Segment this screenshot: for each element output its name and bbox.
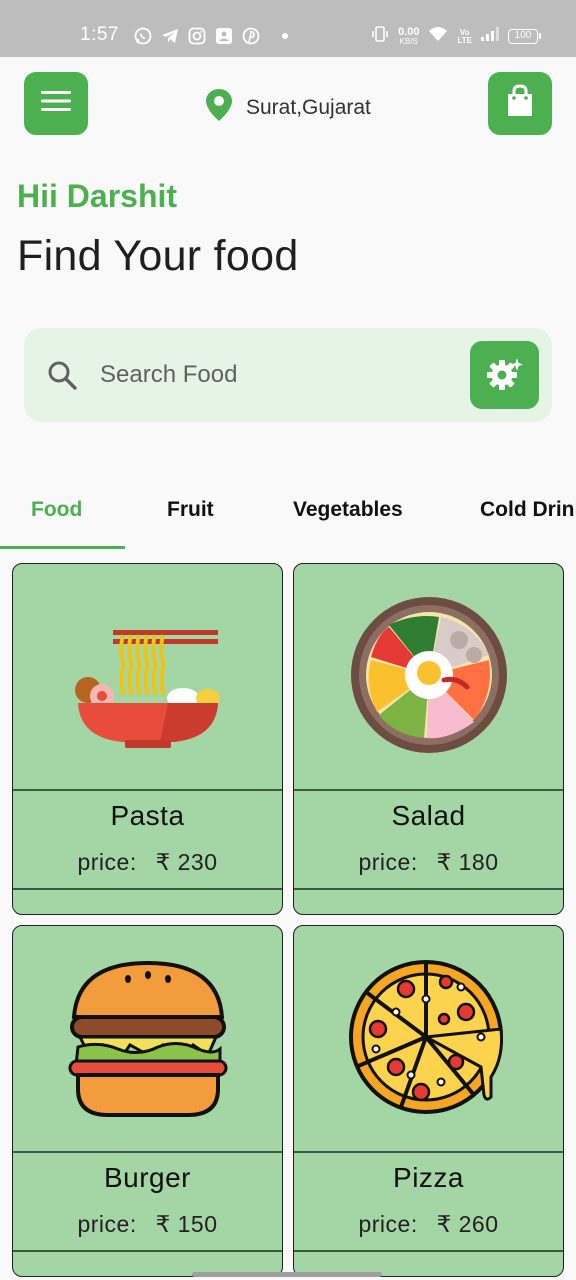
card-image xyxy=(294,926,563,1153)
whatsapp-icon xyxy=(133,26,152,45)
food-card-pasta[interactable]: Pasta price: ₹ 230 xyxy=(12,563,283,915)
status-time: 1:57 xyxy=(80,24,119,45)
tab-food[interactable]: Food xyxy=(31,498,82,522)
notification-dot xyxy=(282,32,288,39)
signal-icon xyxy=(481,27,499,46)
price-label: price: xyxy=(77,1211,137,1237)
volte-bottom: LTE xyxy=(457,35,472,45)
card-divider xyxy=(294,1151,563,1153)
wifi-icon xyxy=(428,26,448,47)
food-name: Salad xyxy=(391,800,466,831)
gesture-navigation-bar[interactable] xyxy=(192,1272,382,1277)
pinterest-icon xyxy=(241,26,260,45)
food-name: Pasta xyxy=(110,800,185,831)
price-label: price: xyxy=(77,849,137,875)
card-divider xyxy=(13,1151,282,1153)
filter-settings-button[interactable] xyxy=(470,341,539,409)
food-price: price: ₹ 180 xyxy=(294,849,563,876)
map-pin-icon xyxy=(204,88,234,127)
food-name: Pizza xyxy=(393,1162,464,1193)
network-speed: 0.00 KB/S xyxy=(398,25,420,47)
search-icon xyxy=(46,359,78,396)
card-image xyxy=(13,926,282,1153)
card-divider xyxy=(294,789,563,791)
status-system-icons: 0.00 KB/S Vo LTE 100 xyxy=(371,25,541,48)
salad-bowl-icon xyxy=(349,595,509,760)
instagram-icon xyxy=(187,26,206,45)
greeting-text: Hii Darshit xyxy=(17,178,178,214)
tab-cold-drinks[interactable]: Cold Drinks xyxy=(480,498,576,522)
card-divider xyxy=(13,789,282,791)
card-divider xyxy=(294,888,563,890)
food-name: Burger xyxy=(103,1162,192,1193)
pizza-icon xyxy=(346,957,511,1122)
card-image xyxy=(294,564,563,791)
food-card-burger[interactable]: Burger price: ₹ 150 xyxy=(12,925,283,1277)
price-label: price: xyxy=(358,849,418,875)
noodle-bowl-icon xyxy=(68,600,228,755)
hamburger-menu-icon xyxy=(40,89,72,118)
status-app-icons xyxy=(133,26,288,45)
tab-indicator xyxy=(0,546,125,549)
price-label: price: xyxy=(358,1211,418,1237)
page-title: Find Your food xyxy=(17,232,299,280)
card-divider xyxy=(13,1250,282,1252)
status-bar: 1:57 0.00 KB/S Vo LTE 100 xyxy=(0,0,576,57)
food-card-pizza[interactable]: Pizza price: ₹ 260 xyxy=(293,925,564,1277)
currency-symbol: ₹ xyxy=(436,849,452,875)
food-price: price: ₹ 260 xyxy=(294,1211,563,1238)
price-value: 230 xyxy=(177,849,218,875)
currency-symbol: ₹ xyxy=(155,849,171,875)
vibrate-icon xyxy=(371,25,389,48)
shopping-bag-icon xyxy=(505,84,535,123)
network-speed-unit: KB/S xyxy=(399,36,418,46)
card-image xyxy=(13,564,282,791)
currency-symbol: ₹ xyxy=(436,1211,452,1237)
category-tabs: Food Fruit Vegetables Cold Drinks xyxy=(0,480,576,550)
search-input[interactable] xyxy=(100,356,460,394)
card-divider xyxy=(294,1250,563,1252)
location-label: Surat,Gujarat xyxy=(246,95,371,119)
price-value: 150 xyxy=(177,1211,218,1237)
network-speed-value: 0.00 xyxy=(398,25,420,38)
tab-vegetables[interactable]: Vegetables xyxy=(293,498,403,522)
battery-indicator: 100 xyxy=(508,29,541,44)
volte-indicator: Vo LTE xyxy=(457,28,472,45)
cart-button[interactable] xyxy=(488,72,552,135)
food-price: price: ₹ 150 xyxy=(13,1211,282,1238)
menu-button[interactable] xyxy=(24,72,88,135)
search-bar xyxy=(24,328,552,422)
card-divider xyxy=(13,888,282,890)
food-price: price: ₹ 230 xyxy=(13,849,282,876)
settings-sparkle-icon xyxy=(486,356,524,395)
tab-fruit[interactable]: Fruit xyxy=(167,498,214,522)
currency-symbol: ₹ xyxy=(155,1211,171,1237)
price-value: 260 xyxy=(458,1211,499,1237)
price-value: 180 xyxy=(458,849,499,875)
telegram-icon xyxy=(160,26,179,45)
photo-app-icon xyxy=(214,26,233,45)
food-card-salad[interactable]: Salad price: ₹ 180 xyxy=(293,563,564,915)
burger-icon xyxy=(68,957,228,1122)
location-selector[interactable]: Surat,Gujarat xyxy=(204,88,371,127)
